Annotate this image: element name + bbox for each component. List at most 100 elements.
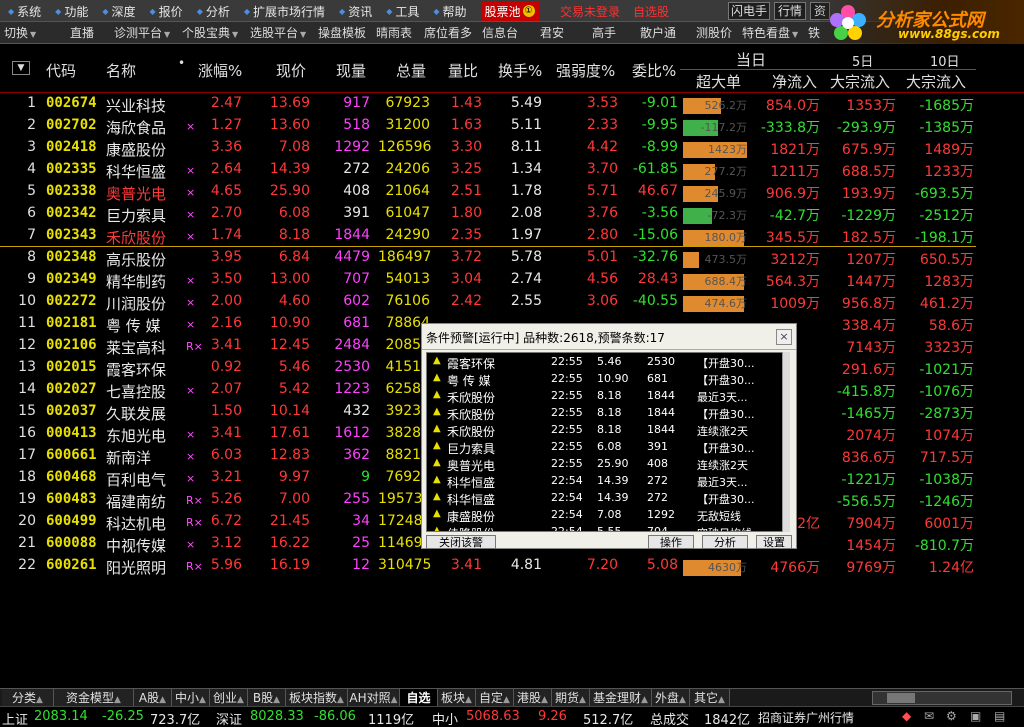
table-row[interactable]: 8 002348 高乐股份 3.95 6.84 4479 186497 3.72 5.78 5.0… [0,247,1024,269]
toolbar-item-13[interactable]: 特色看盘 ▼ [742,24,798,42]
table-row[interactable]: 2 002702 海欣食品 1.27 13.60 518 31200 1.63 5.11 2.33… [0,115,1024,137]
toolbar-item-7[interactable]: 席位看多 [424,24,472,42]
market-tab-0[interactable]: 分类▲ [2,689,54,707]
market-tab-1[interactable]: 资金模型▲ [54,689,134,707]
table-row[interactable]: 3 002418 康盛股份 3.36 7.08 1292 126596 3.30 8.11 4.4… [0,137,1024,159]
mail-icon[interactable]: ✉ [924,709,934,723]
toolbar-item-3[interactable]: 个股宝典 ▼ [182,24,238,42]
market-tab-11[interactable]: 港股▲ [514,689,552,707]
toolbar-item-1[interactable]: 直播 [70,24,94,42]
header-name[interactable]: 名称 [106,60,136,81]
analyze-button[interactable]: 分析 [702,535,748,549]
market-tab-12[interactable]: 期货▲ [552,689,590,707]
market-tab-13[interactable]: 基金理财▲ [590,689,652,707]
market-tab-9[interactable]: 板块▲ [438,689,476,707]
sh-index-value[interactable]: 2083.14 [34,709,88,724]
header-turnover[interactable]: 换手% [498,60,542,81]
horizontal-scrollbar[interactable] [872,691,1012,705]
header-block-inflow-10day[interactable]: 大宗流入 [906,71,966,92]
toolbar-item-4[interactable]: 选股平台 ▼ [250,24,306,42]
toolbar-item-6[interactable]: 晴雨表 [376,24,412,42]
market-tab-10[interactable]: 自定▲ [476,689,514,707]
toolbar-item-12[interactable]: 测股价 [696,24,732,42]
menu-item-3[interactable]: ◆ 报价 [150,0,183,22]
close-alert-button[interactable]: 关闭该警 [426,535,496,549]
table-row[interactable]: 10 002272 川润股份 2.00 4.60 602 76106 2.42 2.55 3.06… [0,291,1024,313]
market-tab-14[interactable]: 外盘▲ [652,689,690,707]
alert-item[interactable]: ▲ 巨力索具 22:55 6.08 391 【开盘30... [427,439,787,456]
market-tab-7[interactable]: AH对照▲ [348,689,400,707]
market-tab-8[interactable]: 自选 [400,689,438,707]
header-volume-ratio[interactable]: 量比 [448,60,478,81]
market-tab-2[interactable]: A股▲ [134,689,172,707]
menu-item-8[interactable]: ◆ 帮助 [433,0,466,22]
login-status[interactable]: 交易未登录 [560,3,620,20]
popup-titlebar[interactable]: 条件预警[运行中] 品种数:2618,预警条数:17 × [422,324,796,350]
market-tab-4[interactable]: 创业▲ [210,689,248,707]
market-tab-5[interactable]: B股▲ [248,689,286,707]
table-row[interactable]: 22 600261 阳光照明 5.96 16.19 12 310475 3.41 4.81 7.2… [0,555,1024,577]
alarm-icon[interactable]: ◆ [902,709,911,723]
toolbar-item-8[interactable]: 信息台 [482,24,518,42]
header-net-inflow[interactable]: 净流入 [772,71,817,92]
alert-item[interactable]: ▲ 粤 传 媒 22:55 10.90 681 【开盘30... [427,371,787,388]
header-price[interactable]: 现价 [276,60,306,81]
table-row[interactable]: 4 002335 科华恒盛 2.64 14.39 272 24206 3.25 1.34 3.70… [0,159,1024,181]
alert-item[interactable]: ▲ 佳隆股份 22:54 5.55 704 突破日均线 [427,524,787,531]
alert-item[interactable]: ▲ 科华恒盛 22:54 14.39 272 最近3天... [427,473,787,490]
favorites-link[interactable]: 自选股 [633,3,669,20]
market-tab-15[interactable]: 其它▲ [690,689,730,707]
header-code[interactable]: 代码 [46,60,76,81]
menu-item-1[interactable]: ◆ 功能 [55,0,88,22]
lock-icon[interactable]: ▣ [970,709,981,723]
menu-item-5[interactable]: ◆ 扩展市场行情 [244,0,325,22]
menu-item-4[interactable]: ◆ 分析 [197,0,230,22]
toolbar-item-0[interactable]: 切换 ▼ [4,24,36,42]
quotes-button[interactable]: 行情 [774,2,806,20]
menu-item-0[interactable]: ◆ 系统 [8,0,41,22]
alert-list-scrollbar[interactable] [782,352,790,532]
alert-list[interactable]: ▲ 霞客环保 22:55 5.46 2530 【开盘30... ▲ 粤 传 媒 22:55 10.… [426,352,788,532]
market-tab-3[interactable]: 中小▲ [172,689,210,707]
header-current-volume[interactable]: 现量 [336,60,366,81]
header-total-volume[interactable]: 总量 [396,60,426,81]
table-row[interactable]: 1 002674 兴业科技 2.47 13.69 917 67923 1.43 5.49 3.53… [0,93,1024,115]
toolbar-item-11[interactable]: 散户通 [640,24,676,42]
sz-index-value[interactable]: 8028.33 [250,709,304,724]
header-change-pct[interactable]: 涨幅% [198,60,242,81]
toolbar-item-2[interactable]: 诊测平台 ▼ [114,24,170,42]
market-tab-6[interactable]: 板块指数▲ [286,689,348,707]
network-icon[interactable]: ▤ [994,709,1005,723]
operate-button[interactable]: 操作 [648,535,694,549]
alert-item[interactable]: ▲ 科华恒盛 22:54 14.39 272 【开盘30... [427,490,787,507]
menu-item-6[interactable]: ◆ 资讯 [339,0,372,22]
menu-item-stock-pool[interactable]: 股票池 ① [480,1,539,21]
table-row[interactable]: 5 002338 奥普光电 4.65 25.90 408 21064 2.51 1.78 5.71… [0,181,1024,203]
tool-icon[interactable]: ⚙ [946,709,957,723]
lightning-trade-button[interactable]: 闪电手 [728,2,770,20]
header-strength[interactable]: 强弱度% [556,60,615,81]
alert-item[interactable]: ▲ 禾欣股份 22:55 8.18 1844 【开盘30... [427,405,787,422]
alert-item[interactable]: ▲ 奥普光电 22:55 25.90 408 连续涨2天 [427,456,787,473]
table-row[interactable]: 9 002349 精华制药 3.50 13.00 707 54013 3.04 2.74 4.56… [0,269,1024,291]
popup-close-icon[interactable]: × [776,329,792,345]
header-super-large-order[interactable]: 超大单 [696,71,741,92]
alert-item[interactable]: ▲ 禾欣股份 22:55 8.18 1844 连续涨2天 [427,422,787,439]
toolbar-item-5[interactable]: 操盘模板 [318,24,366,42]
menu-item-7[interactable]: ◆ 工具 [386,0,419,22]
toolbar-item-10[interactable]: 高手 [592,24,616,42]
table-row[interactable]: 7 002343 禾欣股份 1.74 8.18 1844 24290 2.35 1.97 2.80… [0,225,1024,247]
header-block-inflow-5day[interactable]: 大宗流入 [830,71,890,92]
toolbar-item-9[interactable]: 君安 [540,24,564,42]
alert-item[interactable]: ▲ 霞客环保 22:55 5.46 2530 【开盘30... [427,354,787,371]
table-row[interactable]: 6 002342 巨力索具 2.70 6.08 391 61047 1.80 2.08 3.76 -… [0,203,1024,225]
sme-index-value[interactable]: 5068.63 [466,709,520,724]
alert-item[interactable]: ▲ 禾欣股份 22:55 8.18 1844 最近3天... [427,388,787,405]
toolbar-item-14[interactable]: 铁 [808,24,820,42]
header-bid-ratio[interactable]: 委比% [632,60,676,81]
scrollbar-thumb[interactable] [887,693,915,703]
settings-button[interactable]: 设置 [756,535,792,549]
alert-item[interactable]: ▲ 康盛股份 22:54 7.08 1292 无敌短线 [427,507,787,524]
menu-item-2[interactable]: ◆ 深度 [102,0,135,22]
sort-menu-icon[interactable]: ▼ [12,61,30,75]
